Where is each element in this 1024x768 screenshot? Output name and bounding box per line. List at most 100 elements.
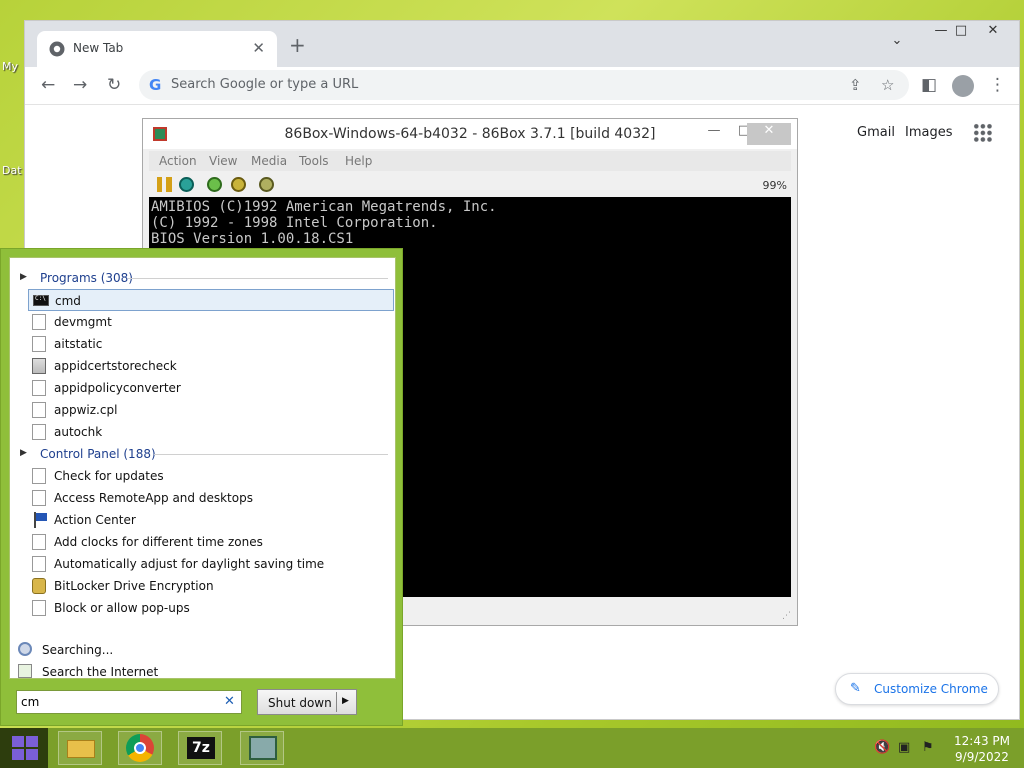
reload-icon[interactable]: ↻ <box>107 75 121 95</box>
86box-toolbar: 99% <box>149 173 791 197</box>
list-item-label: autochk <box>54 425 103 439</box>
list-item[interactable]: Action Center <box>28 509 394 531</box>
divider <box>336 692 337 712</box>
system-clock[interactable]: 12:43 PM 9/9/2022 <box>950 733 1014 765</box>
list-item[interactable]: Automatically adjust for daylight saving… <box>28 553 394 575</box>
ctrl-alt-esc-icon[interactable] <box>231 177 246 192</box>
share-icon[interactable]: ⇪ <box>849 76 862 94</box>
86box-menubar: Action View Media Tools Help <box>149 151 791 171</box>
list-item[interactable]: BitLocker Drive Encryption <box>28 575 394 597</box>
list-item-label: appwiz.cpl <box>54 403 118 417</box>
speed-percent: 99% <box>762 179 787 192</box>
list-item[interactable]: devmgmt <box>28 311 394 333</box>
menu-action[interactable]: Action <box>159 154 197 168</box>
close-button[interactable]: ✕ <box>977 23 1009 43</box>
list-item-label: devmgmt <box>54 315 112 329</box>
menu-help[interactable]: Help <box>345 154 372 168</box>
list-item[interactable]: appidpolicyconverter <box>28 377 394 399</box>
menu-tools[interactable]: Tools <box>299 154 329 168</box>
pencil-icon: ✎ <box>850 681 861 696</box>
back-arrow-icon[interactable]: ← <box>41 75 55 95</box>
divider <box>128 278 388 279</box>
list-item[interactable]: appwiz.cpl <box>28 399 394 421</box>
86box-titlebar: 86Box-Windows-64-b4032 - 86Box 3.7.1 [bu… <box>143 119 797 149</box>
list-item[interactable]: Block or allow pop-ups <box>28 597 394 619</box>
tab-new-tab[interactable]: New Tab ✕ <box>37 31 277 67</box>
maximize-button[interactable]: □ <box>945 23 977 43</box>
tab-search-icon[interactable]: ⌄ <box>881 33 913 53</box>
action-center-flag-icon[interactable]: ⚑ <box>922 740 938 756</box>
file-icon <box>32 600 46 616</box>
side-panel-icon[interactable]: ◧ <box>921 75 937 95</box>
7zip-icon[interactable]: 7z <box>178 731 222 765</box>
volume-muted-icon[interactable]: 🔇 <box>874 740 890 756</box>
google-apps-icon[interactable] <box>973 123 993 143</box>
ctrl-alt-del-icon[interactable] <box>207 177 222 192</box>
chrome-favicon-icon <box>49 41 65 57</box>
network-icon[interactable]: ▣ <box>898 740 914 756</box>
address-bar[interactable]: G Search Google or type a URL ⇪ ☆ <box>139 70 909 100</box>
chrome-toolbar: ← → ↻ G Search Google or type a URL ⇪ ☆ … <box>25 67 1019 105</box>
start-search-input[interactable] <box>16 690 242 714</box>
bookmark-star-icon[interactable]: ☆ <box>881 76 894 94</box>
file-icon <box>32 380 46 396</box>
86box-close-button[interactable]: ✕ <box>747 123 791 145</box>
programs-group-header[interactable]: ▶ Programs (308) <box>18 268 388 288</box>
reset-icon[interactable] <box>179 177 194 192</box>
start-menu-results: ▶ Programs (308) cmd devmgmt aitstatic a… <box>9 257 396 679</box>
menu-media[interactable]: Media <box>251 154 287 168</box>
menu-view[interactable]: View <box>209 154 237 168</box>
tab-close-icon[interactable]: ✕ <box>252 39 265 57</box>
profile-avatar-icon[interactable] <box>952 75 974 97</box>
forward-arrow-icon[interactable]: → <box>73 75 87 95</box>
desktop-icon-label-data[interactable]: Dat <box>2 164 22 177</box>
control-panel-group-header[interactable]: ▶ Control Panel (188) <box>18 444 388 464</box>
list-item-label: aitstatic <box>54 337 103 351</box>
customize-chrome-button[interactable]: ✎ Customize Chrome <box>835 673 999 705</box>
pause-icon[interactable] <box>157 177 172 192</box>
clear-search-icon[interactable]: ✕ <box>224 694 235 709</box>
file-icon <box>32 424 46 440</box>
desktop-icon-label-my-computer[interactable]: My <box>2 60 18 73</box>
file-icon <box>32 534 46 550</box>
start-button[interactable] <box>0 728 48 768</box>
programs-header-label: Programs (308) <box>40 271 133 285</box>
86box-icon[interactable] <box>240 731 284 765</box>
settings-gear-icon[interactable] <box>259 177 274 192</box>
list-item-label: Access RemoteApp and desktops <box>54 491 253 505</box>
resize-grip-icon[interactable]: ⋰ <box>782 611 791 621</box>
new-tab-button[interactable]: + <box>289 33 306 57</box>
list-item-label: appidcertstorecheck <box>54 359 177 373</box>
search-the-internet-link[interactable]: Search the Internet <box>18 662 378 682</box>
list-item[interactable]: aitstatic <box>28 333 394 355</box>
file-explorer-icon[interactable] <box>58 731 102 765</box>
more-menu-icon[interactable]: ⋮ <box>989 75 1006 95</box>
taskbar: 7z 🔇 ▣ ⚑ 12:43 PM 9/9/2022 <box>0 728 1024 768</box>
list-item[interactable]: appidcertstorecheck <box>28 355 394 377</box>
search-internet-label: Search the Internet <box>42 665 159 679</box>
searching-label: Searching... <box>42 643 114 657</box>
shut-down-button[interactable]: Shut down ▶ <box>257 689 357 715</box>
clock-date: 9/9/2022 <box>955 750 1009 764</box>
list-item[interactable]: autochk <box>28 421 394 443</box>
shut-down-options-arrow-icon[interactable]: ▶ <box>342 696 349 706</box>
list-item-label: Add clocks for different time zones <box>54 535 263 549</box>
chrome-titlebar: New Tab ✕ + ⌄ — □ ✕ <box>25 21 1019 67</box>
list-item-label: BitLocker Drive Encryption <box>54 579 214 593</box>
list-item[interactable]: cmd <box>28 289 394 311</box>
gmail-link[interactable]: Gmail <box>857 125 895 140</box>
bios-line: AMIBIOS (C)1992 American Megatrends, Inc… <box>151 199 497 215</box>
list-item[interactable]: Access RemoteApp and desktops <box>28 487 394 509</box>
control-panel-header-label: Control Panel (188) <box>40 447 156 461</box>
list-item[interactable]: Check for updates <box>28 465 394 487</box>
app-icon <box>32 358 46 374</box>
searching-status: Searching... <box>18 640 378 660</box>
start-menu: ▶ Programs (308) cmd devmgmt aitstatic a… <box>0 248 403 726</box>
cmd-icon <box>33 295 49 306</box>
flag-icon <box>32 512 47 528</box>
list-item[interactable]: Add clocks for different time zones <box>28 531 394 553</box>
images-link[interactable]: Images <box>905 125 953 140</box>
86box-minimize-button[interactable]: — <box>699 123 729 145</box>
chrome-icon[interactable] <box>118 731 162 765</box>
file-icon <box>32 402 46 418</box>
